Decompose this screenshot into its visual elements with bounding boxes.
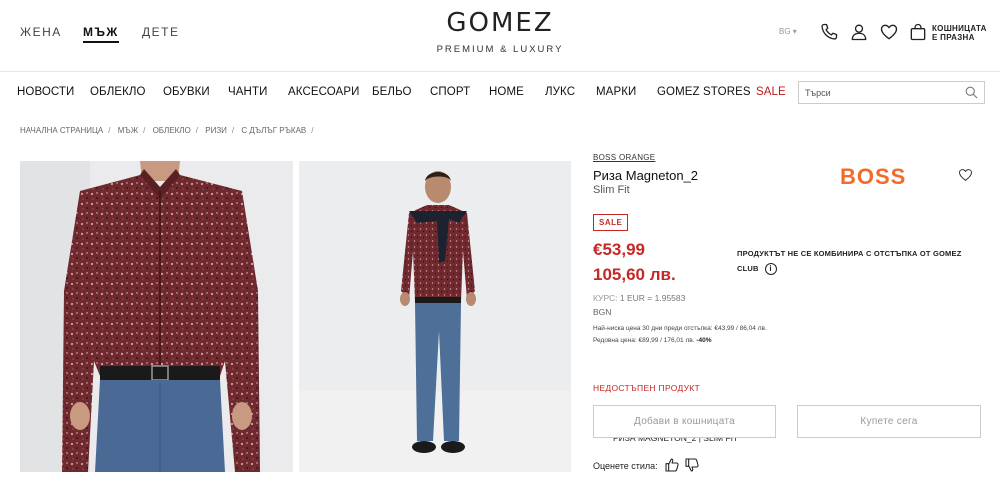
bag-icon[interactable] xyxy=(908,22,928,42)
breadcrumb-men[interactable]: МЪЖ xyxy=(118,126,138,135)
thumbs-down-icon[interactable] xyxy=(684,457,700,473)
search-input[interactable] xyxy=(799,82,959,103)
breadcrumb-separator: / xyxy=(143,126,146,135)
buy-now-button[interactable]: Купете сега xyxy=(797,405,981,438)
product-fit: Slim Fit xyxy=(593,184,630,196)
nav-item-sale[interactable]: SALE xyxy=(756,86,786,98)
search-box xyxy=(798,81,985,104)
nav-item-stores[interactable]: GOMEZ STORES xyxy=(657,86,751,98)
discount-percent: -40% xyxy=(696,337,712,344)
exchange-rate: КУРС: 1 EUR = 1.95583 xyxy=(593,293,685,303)
breadcrumb-separator: / xyxy=(231,126,235,135)
site-tagline: PREMIUM & LUXURY xyxy=(436,44,564,55)
nav-item-home[interactable]: HOME xyxy=(489,86,524,98)
cart-status[interactable]: КОШНИЦАТА Е ПРАЗНА xyxy=(932,24,987,42)
breadcrumb-separator: / xyxy=(311,126,314,135)
nav-item-brands[interactable]: МАРКИ xyxy=(596,86,636,98)
breadcrumb-separator: / xyxy=(195,126,198,135)
nav-item-underwear[interactable]: БЕЛЬО xyxy=(372,86,412,98)
lowest-price-30-days: Най-ниска цена 30 дни преди отстъпка: €4… xyxy=(593,325,767,332)
breadcrumb-separator: / xyxy=(108,126,111,135)
product-photo-main[interactable] xyxy=(20,161,293,472)
breadcrumb-clothing[interactable]: ОБЛЕКЛО xyxy=(153,126,191,135)
nav-item-new[interactable]: НОВОСТИ xyxy=(17,86,74,98)
sale-badge: SALE xyxy=(593,214,629,231)
price-bgn: 105,60 лв. xyxy=(593,265,676,284)
language-selector[interactable]: BG ▾ xyxy=(779,27,797,36)
nav-item-sport[interactable]: СПОРТ xyxy=(430,86,470,98)
regular-price-label: Редовна цена: €89,99 / 176,01 лв. xyxy=(593,337,695,344)
exchange-rate-label: КУРС: xyxy=(593,293,618,303)
thumbs-up-icon[interactable] xyxy=(664,457,680,473)
breadcrumb-home[interactable]: НАЧАЛНА СТРАНИЦА xyxy=(20,126,103,135)
nav-item-luxury[interactable]: ЛУКС xyxy=(545,86,575,98)
breadcrumb-long-sleeve[interactable]: С ДЪЛЪГ РЪКАВ xyxy=(241,126,306,135)
nav-item-clothing[interactable]: ОБЛЕКЛО xyxy=(90,86,146,98)
exchange-rate-value: 1 EUR = 1.95583 xyxy=(619,293,686,303)
brand-logo[interactable]: BOSS xyxy=(840,164,906,190)
nav-item-bags[interactable]: ЧАНТИ xyxy=(228,86,267,98)
info-icon[interactable]: i xyxy=(764,263,777,276)
heart-icon[interactable] xyxy=(879,22,899,42)
add-to-wishlist-icon[interactable] xyxy=(957,167,974,183)
header-divider xyxy=(0,71,1000,72)
availability-status: НЕДОСТЪПЕН ПРОДУКТ xyxy=(593,383,701,393)
product-name: Риза Magneton_2 xyxy=(593,168,699,183)
breadcrumb-shirts[interactable]: РИЗИ xyxy=(205,126,227,135)
price-eur: €53,99 xyxy=(593,240,645,259)
regular-price: Редовна цена: €89,99 / 176,01 лв. -40% xyxy=(593,337,712,344)
nav-item-shoes[interactable]: ОБУВКИ xyxy=(163,86,210,98)
nav-item-accessories[interactable]: АКСЕСОАРИ xyxy=(288,86,359,98)
rate-style-label: Оценете стила: xyxy=(593,461,658,471)
currency-code: BGN xyxy=(593,307,612,317)
search-icon[interactable] xyxy=(964,85,979,100)
phone-icon[interactable] xyxy=(819,22,839,42)
add-to-cart-button[interactable]: Добави в кошницата xyxy=(593,405,776,438)
product-photo-full[interactable] xyxy=(299,161,571,472)
brand-link[interactable]: BOSS ORANGE xyxy=(593,153,655,162)
user-icon[interactable] xyxy=(849,22,869,42)
breadcrumb: НАЧАЛНА СТРАНИЦА / МЪЖ / ОБЛЕКЛО / РИЗИ / С … xyxy=(20,126,738,443)
site-header: ЖЕНА МЪЖ ДЕТЕ GOMEZ PREMIUM & LUXURY BG … xyxy=(0,0,1000,70)
club-discount-note: ПРОДУКТЪТ НЕ СЕ КОМБИНИРА С ОТСТЪПКА ОТ … xyxy=(737,249,962,276)
